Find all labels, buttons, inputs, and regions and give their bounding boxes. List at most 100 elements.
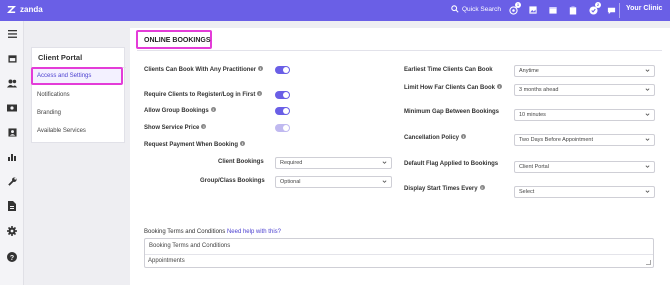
cancellation-select[interactable]: Two Days Before Appointment — [514, 134, 655, 146]
notifications-button[interactable]: 1 — [508, 2, 521, 15]
menu-button[interactable] — [7, 29, 17, 39]
users-icon — [7, 79, 17, 87]
topbar-divider — [619, 3, 620, 18]
limit-ahead-text: Limit How Far Clients Can Book — [404, 85, 496, 91]
contact-card-icon — [7, 127, 17, 137]
request-payment-label: Request Payment When Booking i — [144, 141, 246, 148]
help-icon: ? — [7, 252, 17, 262]
min-gap-value: 10 minutes — [519, 112, 546, 118]
quick-search-label: Quick Search — [462, 5, 502, 13]
allow-group-toggle[interactable] — [275, 107, 290, 115]
book-any-practitioner-toggle[interactable] — [275, 66, 290, 74]
terms-textarea[interactable]: Booking Terms and Conditions — [144, 238, 654, 268]
resize-handle-icon[interactable] — [646, 260, 651, 265]
toggle-knob — [283, 125, 289, 131]
cancellation-value: Two Days Before Appointment — [519, 137, 593, 143]
group-bookings-value: Optional — [280, 179, 301, 185]
wrench-icon — [7, 176, 17, 186]
toggle-knob — [283, 108, 289, 114]
nav-payments[interactable] — [7, 103, 17, 113]
terms-label-text: Booking Terms and Conditions — [144, 229, 226, 235]
toggle-knob — [283, 92, 289, 98]
messages-button[interactable] — [606, 5, 616, 15]
subnav-item-access-and-settings[interactable]: Access and Settings — [37, 73, 91, 79]
cancellation-text: Cancellation Policy — [404, 135, 460, 141]
require-register-toggle[interactable] — [275, 91, 290, 99]
request-payment-text: Request Payment When Booking — [144, 142, 239, 148]
nav-calendar[interactable] — [7, 53, 17, 63]
tasks-button[interactable]: 2 — [588, 2, 601, 15]
default-flag-label: Default Flag Applied to Bookings — [404, 161, 499, 167]
show-price-label: Show Service Price i — [144, 124, 207, 131]
earliest-time-value: Anytime — [519, 68, 539, 74]
display-start-select[interactable]: Select — [514, 186, 655, 198]
nav-help[interactable]: ? — [7, 252, 17, 262]
title-divider — [137, 50, 662, 51]
search-icon — [451, 5, 459, 13]
info-icon: i — [257, 91, 263, 96]
nav-documents[interactable] — [7, 201, 17, 211]
app-name: zanda — [20, 5, 43, 14]
info-icon: i — [497, 84, 503, 89]
book-any-practitioner-text: Clients Can Book With Any Practitioner — [144, 67, 257, 73]
tasks-badge: 2 — [595, 2, 601, 8]
clipboard-button[interactable] — [568, 5, 578, 15]
page-title: ONLINE BOOKINGS — [144, 37, 211, 44]
chevron-down-icon — [645, 138, 650, 141]
clinic-menu[interactable]: Your Clinic — [626, 5, 662, 12]
nav-clients[interactable] — [7, 78, 17, 88]
calendar-icon — [549, 7, 557, 14]
chevron-down-icon — [645, 88, 650, 91]
subnav-item-available-services[interactable]: Available Services — [37, 128, 86, 134]
zanda-logo-icon — [6, 6, 17, 13]
notifications-badge: 1 — [515, 2, 521, 8]
info-icon: i — [240, 141, 246, 146]
nav-settings[interactable] — [7, 226, 17, 236]
client-bookings-select[interactable]: Required — [275, 157, 392, 169]
nav-reports[interactable] — [7, 151, 17, 161]
terms-label: Booking Terms and Conditions Need help w… — [144, 229, 281, 235]
image-button[interactable] — [528, 5, 538, 15]
info-icon: i — [258, 66, 264, 71]
document-icon — [8, 201, 16, 211]
group-bookings-label: Group/Class Bookings — [200, 178, 265, 184]
chevron-down-icon — [645, 113, 650, 116]
subnav-item-branding[interactable]: Branding — [37, 110, 61, 116]
money-icon — [7, 104, 17, 112]
calendar-icon — [7, 54, 17, 63]
client-bookings-label: Client Bookings — [218, 159, 264, 165]
display-start-value: Select — [519, 189, 535, 195]
terms-text: Booking Terms and Conditions — [149, 243, 231, 249]
subnav-item-notifications[interactable]: Notifications — [37, 92, 70, 98]
info-icon: i — [210, 107, 216, 112]
terms-divider — [145, 254, 653, 255]
earliest-time-select[interactable]: Anytime — [514, 65, 655, 77]
nav-contacts[interactable] — [7, 127, 17, 137]
quick-search-button[interactable]: Quick Search — [451, 5, 501, 13]
terms-help-link[interactable]: Need help with this? — [227, 229, 281, 235]
calendar-button[interactable] — [548, 5, 558, 15]
info-icon: i — [201, 124, 207, 129]
chat-bubble-icon — [607, 7, 615, 14]
chevron-down-icon — [382, 180, 387, 183]
limit-ahead-value: 3 months ahead — [519, 87, 559, 93]
min-gap-select[interactable]: 10 minutes — [514, 109, 655, 121]
allow-group-text: Allow Group Bookings — [144, 108, 209, 114]
toggle-knob — [283, 67, 289, 73]
chevron-down-icon — [645, 69, 650, 72]
top-bar: zanda Quick Search 1 2 Your Clinic — [0, 0, 670, 21]
image-icon — [529, 6, 537, 14]
show-price-toggle[interactable] — [275, 124, 290, 132]
min-gap-label: Minimum Gap Between Bookings — [404, 109, 500, 115]
group-bookings-select[interactable]: Optional — [275, 176, 392, 188]
default-flag-select[interactable]: Client Portal — [514, 161, 655, 173]
clipboard-icon — [569, 6, 577, 14]
limit-ahead-select[interactable]: 3 months ahead — [514, 84, 655, 96]
require-register-label: Require Clients to Register/Log in First… — [144, 91, 263, 98]
appointments-text: Appointments — [148, 258, 185, 264]
limit-ahead-label: Limit How Far Clients Can Book i — [404, 84, 503, 91]
subnav-title: Client Portal — [38, 53, 83, 62]
app-logo[interactable]: zanda — [6, 4, 43, 15]
require-register-text: Require Clients to Register/Log in First — [144, 92, 256, 98]
nav-tools[interactable] — [7, 176, 17, 186]
